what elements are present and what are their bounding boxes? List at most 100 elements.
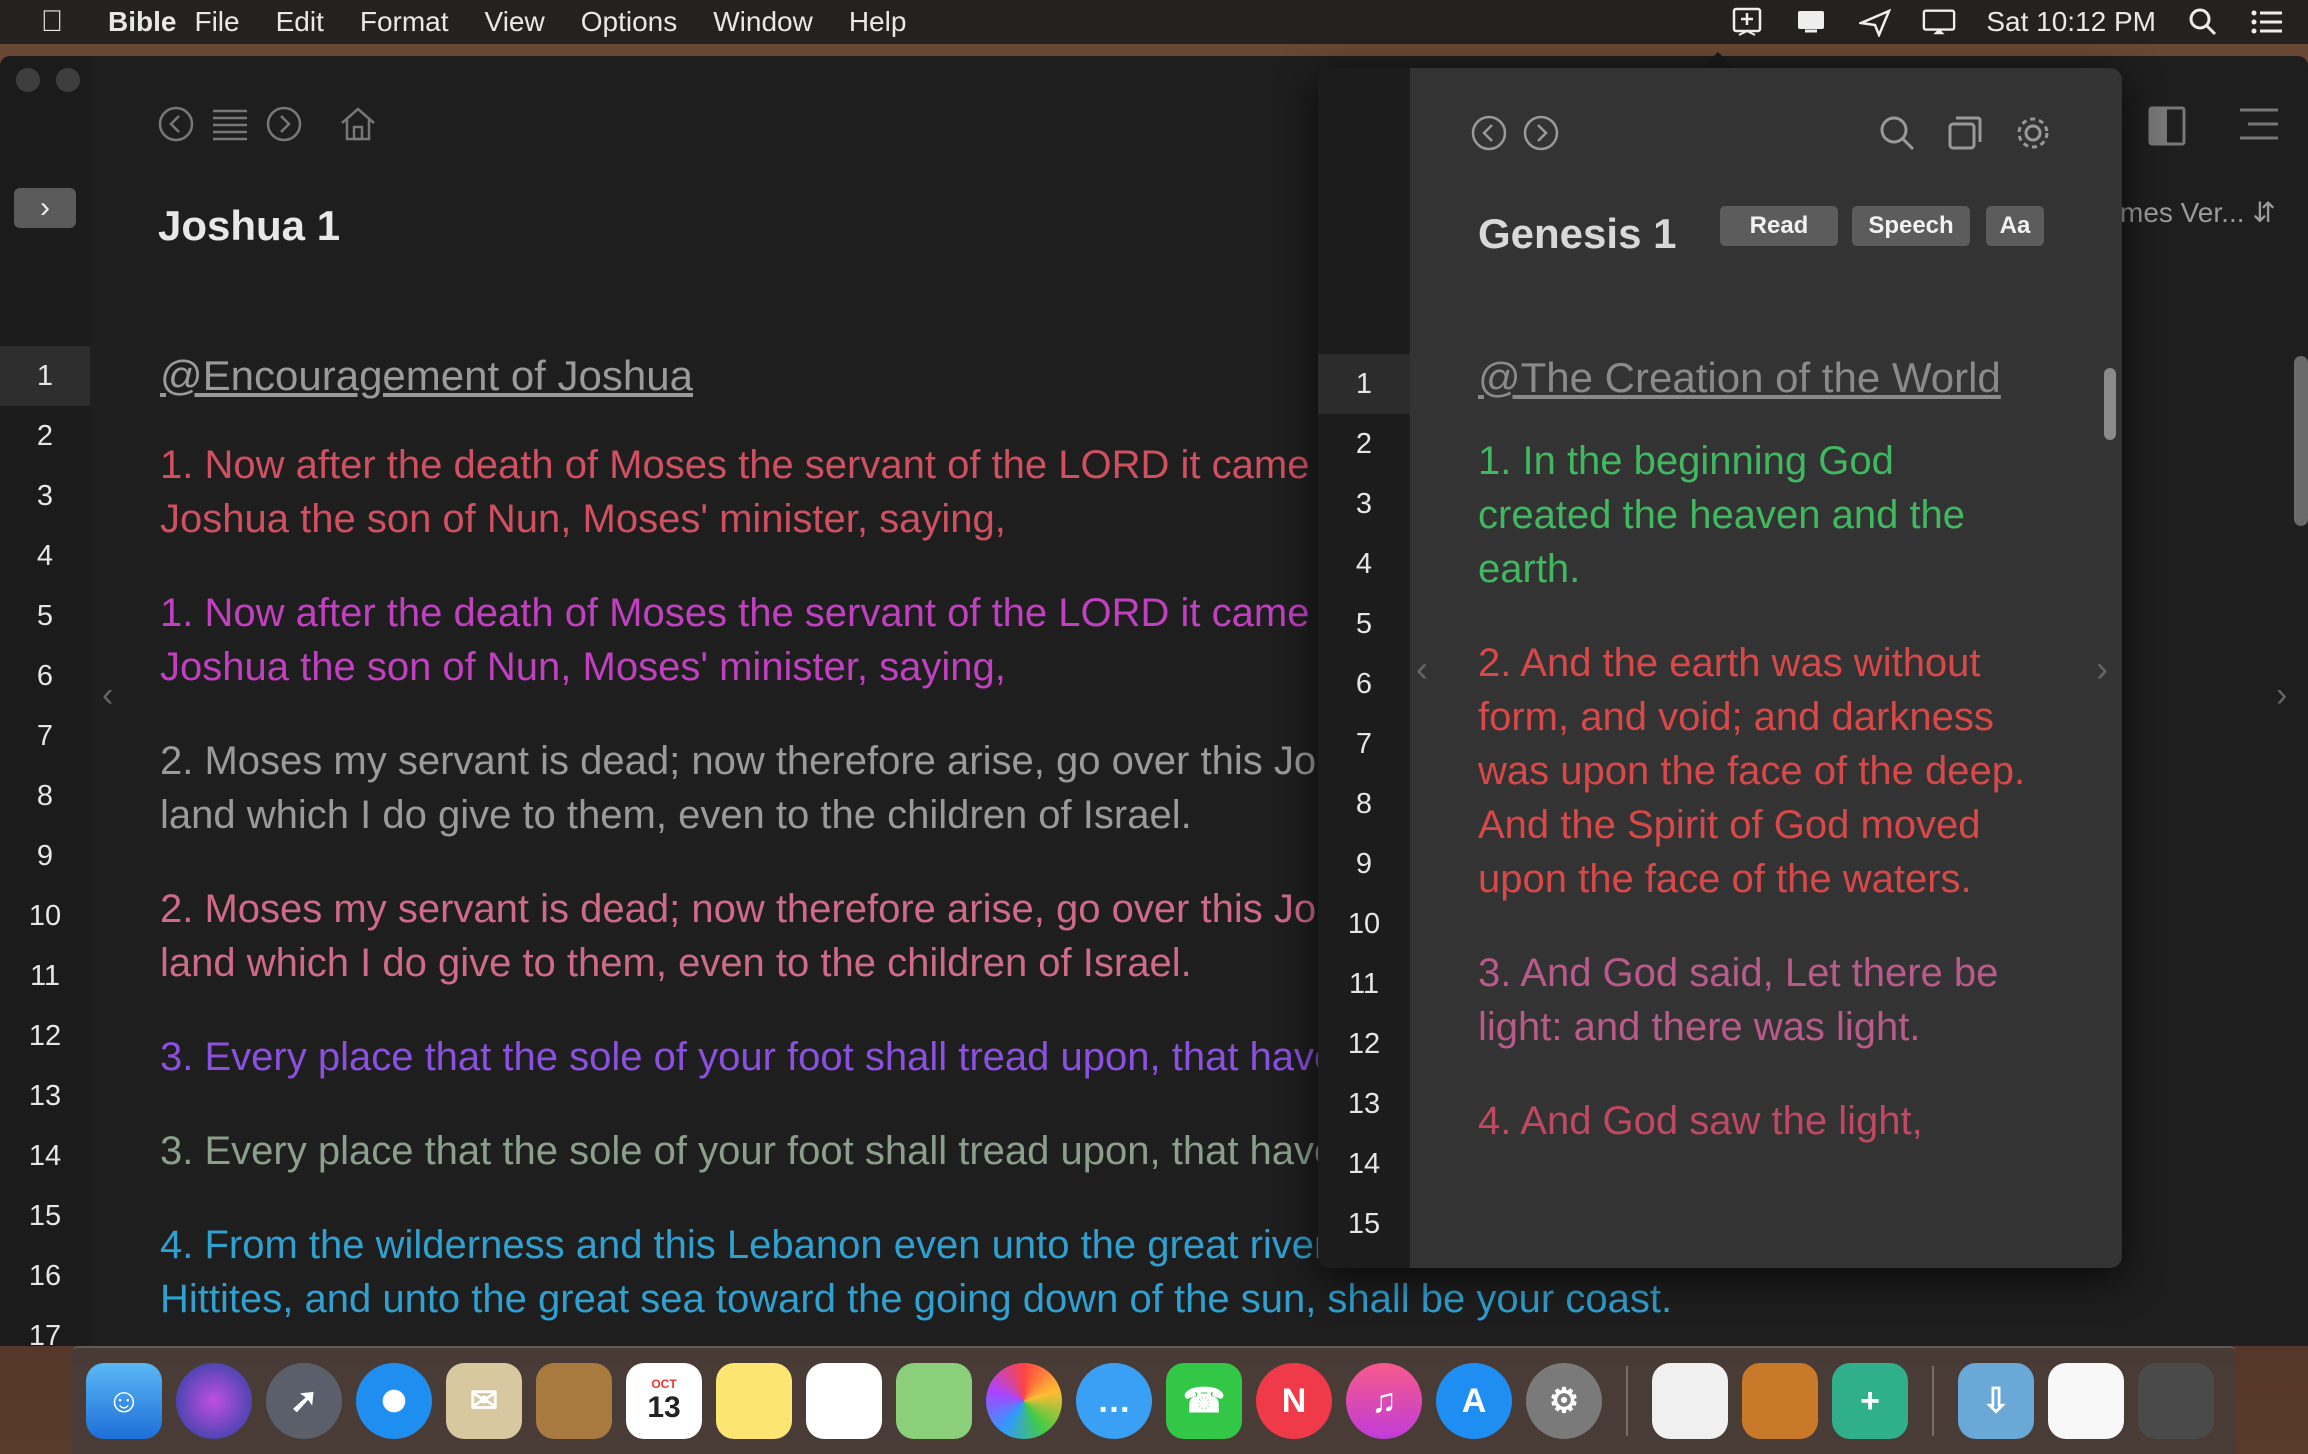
line-number[interactable]: 7	[0, 706, 90, 766]
line-number[interactable]: 15	[1318, 1194, 1410, 1254]
line-number[interactable]: 13	[1318, 1074, 1410, 1134]
line-number[interactable]: 11	[0, 946, 90, 1006]
back-icon[interactable]	[1470, 114, 1508, 157]
split-view-icon[interactable]	[2146, 104, 2188, 153]
line-number[interactable]: 3	[1318, 474, 1410, 534]
window-minimize-button[interactable]	[56, 68, 80, 92]
line-number[interactable]: 5	[1318, 594, 1410, 654]
search-icon[interactable]	[1878, 114, 1916, 157]
airplay-display-icon[interactable]	[1922, 7, 1956, 37]
main-scrollbar[interactable]	[2294, 356, 2308, 526]
line-number[interactable]: 2	[0, 406, 90, 466]
textedit-icon[interactable]	[1652, 1363, 1728, 1439]
finder-icon[interactable]: ☺	[86, 1363, 162, 1439]
line-number[interactable]: 10	[0, 886, 90, 946]
mail-icon[interactable]: ✉	[446, 1363, 522, 1439]
font-size-button[interactable]: Aa	[1986, 206, 2044, 246]
line-number[interactable]: 12	[1318, 1014, 1410, 1074]
apple-menu-icon[interactable]: 	[22, 5, 82, 39]
copy-window-icon[interactable]	[1946, 114, 1984, 157]
line-number[interactable]: 15	[0, 1186, 90, 1246]
books-library-icon[interactable]	[1742, 1363, 1818, 1439]
line-number[interactable]: 4	[1318, 534, 1410, 594]
line-number[interactable]: 9	[0, 826, 90, 886]
menu-file[interactable]: File	[194, 6, 239, 38]
photos-icon[interactable]	[986, 1363, 1062, 1439]
menu-help[interactable]: Help	[849, 6, 907, 38]
facetime-icon[interactable]: ☎	[1166, 1363, 1242, 1439]
version-select[interactable]: mes Ver... ⇵	[2120, 196, 2276, 229]
section-heading[interactable]: @The Creation of the World	[1478, 348, 2038, 408]
siri-icon[interactable]	[176, 1363, 252, 1439]
sidebar-toggle-button[interactable]: ›	[14, 188, 76, 228]
line-number[interactable]: 12	[0, 1006, 90, 1066]
line-number[interactable]: 8	[0, 766, 90, 826]
menu-options[interactable]: Options	[581, 6, 678, 38]
forward-icon[interactable]	[264, 104, 304, 144]
contacts-icon[interactable]	[536, 1363, 612, 1439]
app-menu[interactable]: Bible	[108, 6, 176, 38]
line-number[interactable]: 11	[1318, 954, 1410, 1014]
line-number[interactable]: 4	[0, 526, 90, 586]
forward-icon[interactable]	[1522, 114, 1560, 157]
menu-format[interactable]: Format	[360, 6, 449, 38]
bible-status-icon[interactable]	[1730, 7, 1764, 37]
line-number[interactable]: 16	[0, 1246, 90, 1306]
line-number[interactable]: 10	[1318, 894, 1410, 954]
popover-scrollbar[interactable]	[2104, 368, 2116, 440]
menu-edit[interactable]: Edit	[276, 6, 324, 38]
next-chapter-arrow[interactable]: ›	[2096, 648, 2108, 690]
line-number[interactable]: 9	[1318, 834, 1410, 894]
notifications-icon[interactable]	[1794, 7, 1828, 37]
read-button[interactable]: Read	[1720, 206, 1838, 246]
line-number[interactable]: 14	[1318, 1134, 1410, 1194]
line-number[interactable]: 13	[0, 1066, 90, 1126]
line-number[interactable]: 3	[0, 466, 90, 526]
line-number[interactable]: 5	[0, 586, 90, 646]
verse-item[interactable]: 3. And God said, Let there be light: and…	[1478, 946, 2038, 1054]
notification-center-icon[interactable]	[2250, 7, 2284, 37]
menu-window[interactable]: Window	[713, 6, 813, 38]
safari-icon[interactable]	[356, 1363, 432, 1439]
outline-icon[interactable]	[2238, 104, 2280, 153]
previous-chapter-arrow[interactable]: ‹	[102, 676, 113, 715]
back-icon[interactable]	[156, 104, 196, 144]
trash-icon[interactable]	[2138, 1363, 2214, 1439]
spotlight-search-icon[interactable]	[2186, 7, 2220, 37]
line-number[interactable]: 7	[1318, 714, 1410, 774]
send-icon[interactable]	[1858, 7, 1892, 37]
line-number[interactable]: 1	[1318, 354, 1410, 414]
calendar-icon[interactable]: OCT 13	[626, 1363, 702, 1439]
news-icon[interactable]: N	[1256, 1363, 1332, 1439]
gear-icon[interactable]	[2014, 114, 2052, 157]
system-preferences-icon[interactable]: ⚙	[1526, 1363, 1602, 1439]
downloads-folder-icon[interactable]: ⇩	[1958, 1363, 2034, 1439]
previous-chapter-arrow[interactable]: ‹	[1416, 648, 1428, 690]
speech-button[interactable]: Speech	[1852, 206, 1970, 246]
verse-item[interactable]: 1. In the beginning God created the heav…	[1478, 434, 2038, 596]
app-store-icon[interactable]: A	[1436, 1363, 1512, 1439]
menu-view[interactable]: View	[485, 6, 545, 38]
launchpad-icon[interactable]: ➚	[266, 1363, 342, 1439]
verse-item[interactable]: 2. And the earth was without form, and v…	[1478, 636, 2038, 906]
reminders-icon[interactable]	[806, 1363, 882, 1439]
line-number[interactable]: 6	[0, 646, 90, 706]
window-close-button[interactable]	[16, 68, 40, 92]
document-stack-icon[interactable]	[2048, 1363, 2124, 1439]
chapter-list-icon[interactable]	[210, 104, 250, 144]
line-number[interactable]: 6	[1318, 654, 1410, 714]
verse-item[interactable]: 4. And God saw the light,	[1478, 1094, 2038, 1148]
line-number[interactable]: 14	[0, 1126, 90, 1186]
messages-icon[interactable]: …	[1076, 1363, 1152, 1439]
line-number[interactable]: 1	[0, 346, 90, 406]
clock[interactable]: Sat 10:12 PM	[1986, 6, 2156, 38]
notes-icon[interactable]	[716, 1363, 792, 1439]
music-icon[interactable]: ♫	[1346, 1363, 1422, 1439]
line-number[interactable]: 17	[0, 1306, 90, 1346]
line-number[interactable]: 2	[1318, 414, 1410, 474]
bible-app-icon[interactable]: +	[1832, 1363, 1908, 1439]
maps-icon[interactable]	[896, 1363, 972, 1439]
line-number[interactable]: 8	[1318, 774, 1410, 834]
next-chapter-arrow[interactable]: ›	[2276, 676, 2287, 715]
home-icon[interactable]	[338, 104, 378, 144]
